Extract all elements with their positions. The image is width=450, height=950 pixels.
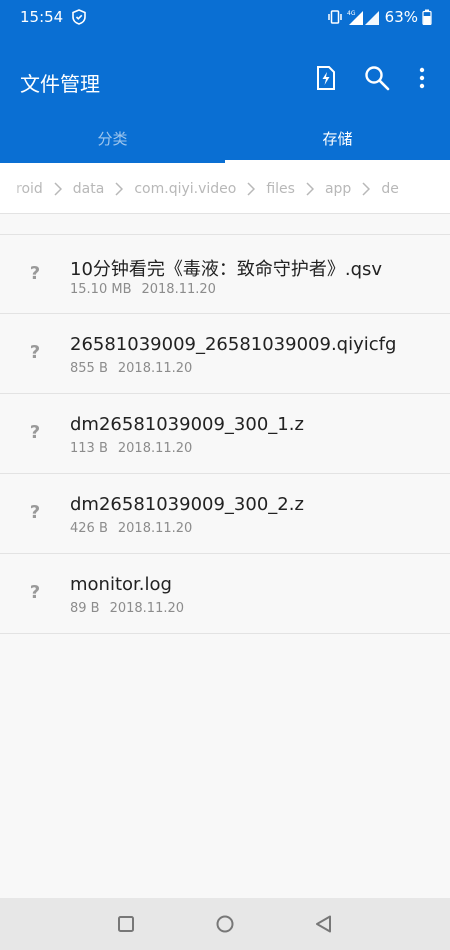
file-row[interactable]: ? monitor.log 89 B 2018.11.20 [0, 554, 450, 634]
chevron-right-icon [104, 163, 134, 213]
unknown-file-icon: ? [29, 263, 41, 284]
chevron-right-icon [351, 163, 381, 213]
battery-percent: 63% [384, 8, 418, 26]
file-date: 2018.11.20 [109, 601, 185, 616]
status-bar: 15:54 4G 63% [0, 0, 450, 34]
file-date: 2018.11.20 [117, 521, 193, 536]
breadcrumb-item[interactable]: data [73, 181, 105, 197]
file-row[interactable]: ? dm26581039009_300_1.z 113 B 2018.11.20 [0, 394, 450, 474]
system-nav-bar [0, 898, 450, 950]
file-size: 855 B [70, 361, 108, 376]
file-meta: 89 B 2018.11.20 [70, 601, 184, 616]
breadcrumb-item[interactable]: de [381, 181, 399, 197]
file-name: 26581039009_26581039009.qiyicfg [70, 334, 397, 355]
file-size: 15.10 MB [70, 282, 132, 297]
file-meta: 855 B 2018.11.20 [70, 361, 192, 376]
tab-category[interactable]: 分类 [0, 117, 225, 163]
file-row[interactable]: ? 26581039009_26581039009.qiyicfg 855 B 2… [0, 314, 450, 394]
breadcrumb-item[interactable]: app [325, 181, 351, 197]
home-icon[interactable] [213, 912, 237, 936]
status-time: 15:54 [20, 8, 64, 26]
file-meta: 15.10 MB 2018.11.20 [70, 282, 216, 297]
storage-clean-icon[interactable] [312, 64, 340, 92]
unknown-file-icon: ? [29, 582, 41, 603]
file-meta: 426 B 2018.11.20 [70, 521, 192, 536]
breadcrumb-item[interactable]: com.qiyi.video [134, 181, 236, 197]
chevron-right-icon [295, 163, 325, 213]
tab-bar: 分类 存储 [0, 117, 450, 163]
file-name: dm26581039009_300_2.z [70, 494, 304, 515]
file-name: monitor.log [70, 574, 172, 595]
unknown-file-icon: ? [29, 422, 41, 443]
breadcrumb-track: roid data com.qiyi.video files app de [16, 163, 399, 213]
file-date: 2018.11.20 [141, 282, 216, 297]
vibrate-icon [327, 9, 343, 25]
file-meta: 113 B 2018.11.20 [70, 441, 192, 456]
breadcrumb-fade-left [0, 163, 24, 213]
signal-icon: 4G [347, 9, 381, 25]
breadcrumb-fade-right [426, 163, 450, 213]
page-title: 文件管理 [20, 72, 100, 96]
file-date: 2018.11.20 [117, 361, 193, 376]
recents-icon[interactable] [114, 912, 138, 936]
file-row[interactable]: ? 10分钟看完《毒液：致命守护者》.qsv 15.10 MB 2018.11.2… [0, 234, 450, 314]
file-name: dm26581039009_300_1.z [70, 414, 304, 435]
file-size: 113 B [70, 441, 108, 456]
unknown-file-icon: ? [29, 342, 41, 363]
status-icons: 4G 63% [327, 7, 432, 27]
file-list: ? 10分钟看完《毒液：致命守护者》.qsv 15.10 MB 2018.11.2… [0, 234, 450, 634]
breadcrumb: roid data com.qiyi.video files app de [0, 163, 450, 214]
file-row[interactable]: ? dm26581039009_300_2.z 426 B 2018.11.20 [0, 474, 450, 554]
more-vert-icon[interactable] [408, 64, 436, 92]
notification-shield-icon [71, 9, 87, 25]
tab-storage[interactable]: 存储 [225, 117, 450, 163]
battery-icon [422, 9, 432, 25]
file-size: 89 B [70, 601, 100, 616]
app-bar: 15:54 4G 63% 文件管理 分类 存储 [0, 0, 450, 163]
search-icon[interactable] [363, 64, 391, 92]
svg-text:4G: 4G [347, 10, 356, 17]
file-date: 2018.11.20 [117, 441, 193, 456]
file-name: 10分钟看完《毒液：致命守护者》.qsv [70, 259, 383, 280]
breadcrumb-item[interactable]: files [266, 181, 295, 197]
chevron-right-icon [236, 163, 266, 213]
chevron-right-icon [43, 163, 73, 213]
back-icon[interactable] [312, 912, 336, 936]
unknown-file-icon: ? [29, 502, 41, 523]
file-size: 426 B [70, 521, 108, 536]
